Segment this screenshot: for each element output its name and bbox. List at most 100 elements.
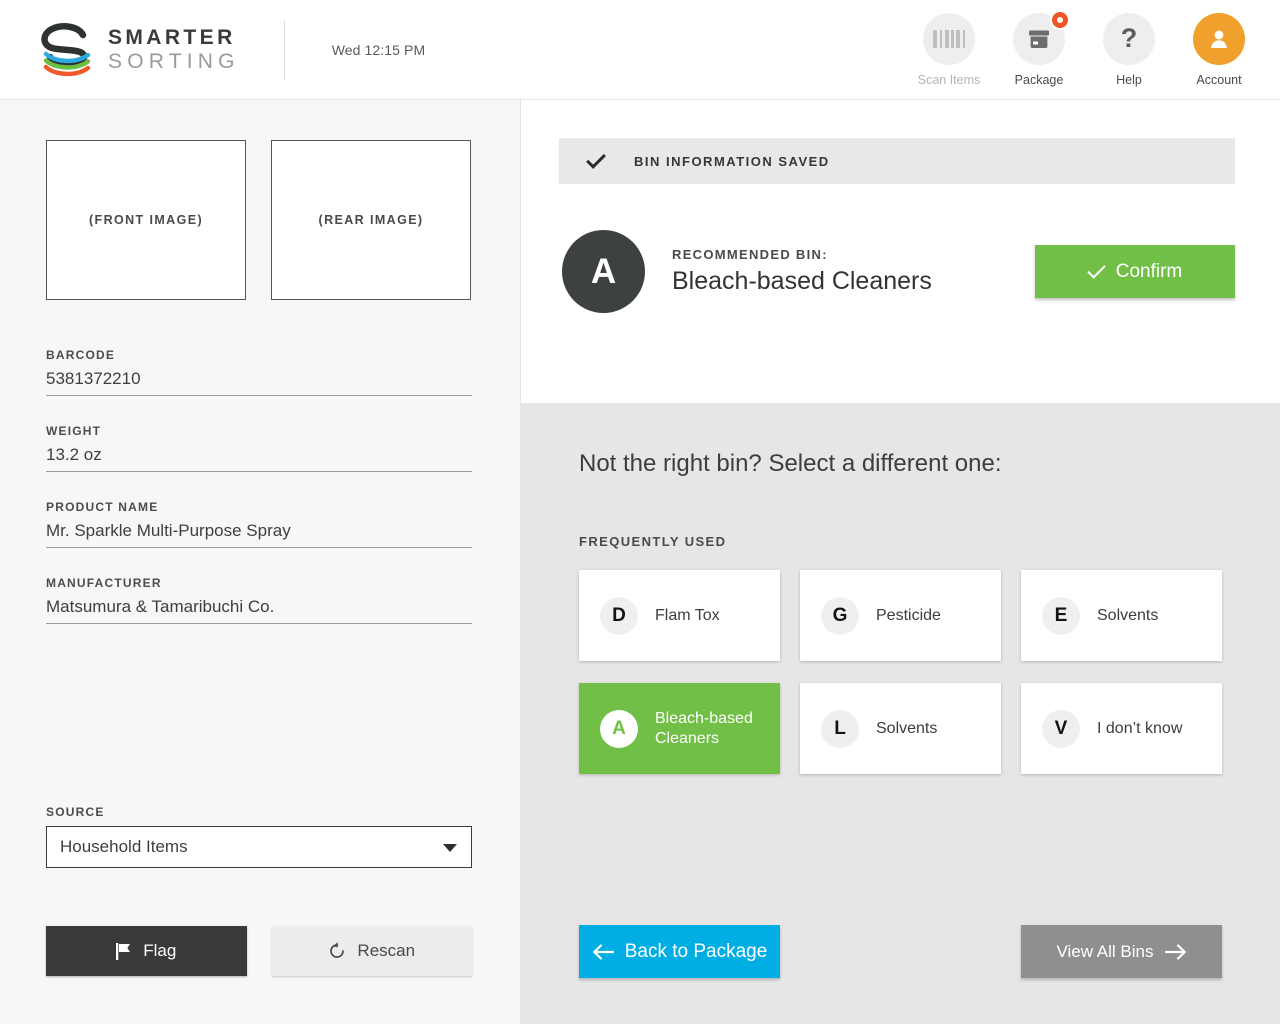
- confirm-button[interactable]: Confirm: [1035, 245, 1235, 298]
- package-circle: [1013, 9, 1070, 65]
- weight-value[interactable]: 13.2 oz: [46, 445, 472, 472]
- check-icon: [1087, 259, 1106, 279]
- app-body: (FRONT IMAGE) (REAR IMAGE) BARCODE 53813…: [0, 100, 1280, 1024]
- weight-label: WEIGHT: [46, 424, 102, 438]
- bin-card-letter: G: [821, 596, 859, 635]
- question-mark-icon: ?: [1120, 23, 1138, 53]
- account-circle: [1193, 12, 1245, 65]
- item-actions: Flag Rescan: [46, 926, 472, 976]
- front-image-placeholder[interactable]: (FRONT IMAGE): [46, 140, 246, 300]
- source-select-value: Household Items: [60, 837, 188, 856]
- package-box-icon: [1029, 30, 1049, 48]
- app-root: SMARTER SORTING Wed 12:15 PM Scan Items: [0, 0, 1280, 1024]
- front-image-label: (FRONT IMAGE): [88, 213, 204, 227]
- view-all-bins-label: View All Bins: [1056, 941, 1154, 961]
- recommended-bin-letter: A: [562, 230, 645, 313]
- chevron-down-icon: [443, 844, 457, 852]
- manufacturer-field: MANUFACTURER Matsumura & Tamaribuchi Co.: [46, 576, 472, 624]
- recommended-bin-section: BIN INFORMATION SAVED A RECOMMENDED BIN:…: [521, 100, 1280, 403]
- account-action[interactable]: Account: [1188, 12, 1250, 87]
- bin-card-selected[interactable]: A Bleach-based Cleaners: [579, 683, 780, 774]
- frequently-used-label: FREQUENTLY USED: [579, 534, 727, 549]
- bin-card-letter: D: [600, 596, 638, 635]
- barcode-label: BARCODE: [46, 348, 116, 362]
- bin-card[interactable]: E Solvents: [1021, 570, 1222, 661]
- brand-line-1: SMARTER: [108, 26, 236, 49]
- flag-button-label: Flag: [143, 941, 177, 960]
- package-notification-badge: [1050, 9, 1070, 30]
- rescan-button-label: Rescan: [357, 941, 416, 960]
- view-all-bins-button[interactable]: View All Bins: [1021, 925, 1222, 978]
- bin-nav-actions: Back to Package View All Bins: [579, 925, 1222, 978]
- product-name-field: PRODUCT NAME Mr. Sparkle Multi-Purpose S…: [46, 500, 472, 548]
- help-action[interactable]: ? Help: [1098, 12, 1160, 87]
- scan-items-action[interactable]: Scan Items: [917, 12, 981, 87]
- rear-image-placeholder[interactable]: (REAR IMAGE): [271, 140, 471, 300]
- arrow-left-icon: [592, 943, 614, 960]
- bin-card-letter: E: [1042, 596, 1080, 635]
- bin-saved-banner: BIN INFORMATION SAVED: [559, 138, 1235, 184]
- rear-image-label: (REAR IMAGE): [318, 213, 424, 227]
- recommended-bin-label: RECOMMENDED BIN:: [672, 247, 828, 262]
- bin-selection-section: Not the right bin? Select a different on…: [521, 403, 1280, 1024]
- bin-card-name: Solvents: [876, 719, 938, 737]
- bin-panel: BIN INFORMATION SAVED A RECOMMENDED BIN:…: [521, 100, 1280, 1024]
- scan-items-label: Scan Items: [917, 72, 981, 87]
- brand-logo[interactable]: SMARTER SORTING: [38, 22, 240, 77]
- bin-card-name: Flam Tox: [655, 606, 720, 624]
- bin-card-letter: A: [600, 709, 638, 748]
- bin-saved-text: BIN INFORMATION SAVED: [634, 153, 830, 169]
- brand-wordmark: SMARTER SORTING: [108, 27, 240, 72]
- user-avatar-icon: [1211, 30, 1227, 48]
- barcode-value[interactable]: 5381372210: [46, 369, 472, 396]
- header-divider: [283, 19, 285, 80]
- app-header: SMARTER SORTING Wed 12:15 PM Scan Items: [0, 0, 1280, 100]
- item-images: (FRONT IMAGE) (REAR IMAGE): [46, 140, 472, 300]
- check-icon: [586, 148, 606, 169]
- flag-icon: [116, 942, 131, 960]
- account-label: Account: [1196, 72, 1242, 87]
- scan-items-circle: [923, 12, 975, 65]
- bin-card-letter: L: [821, 709, 859, 748]
- refresh-icon: [330, 942, 345, 958]
- bin-card[interactable]: V I don’t know: [1021, 683, 1222, 774]
- flag-button[interactable]: Flag: [46, 926, 247, 976]
- source-select[interactable]: Household Items: [46, 826, 472, 868]
- back-to-package-button[interactable]: Back to Package: [579, 925, 780, 978]
- barcode-field: BARCODE 5381372210: [46, 348, 472, 396]
- help-circle: ?: [1103, 12, 1155, 65]
- recommended-bin-name: Bleach-based Cleaners: [672, 267, 932, 295]
- item-fields: BARCODE 5381372210 WEIGHT 13.2 oz PRODUC…: [46, 348, 472, 652]
- bin-card-letter: V: [1042, 709, 1080, 748]
- bin-card-name: Bleach-based Cleaners: [655, 710, 753, 747]
- barcode-icon: [933, 29, 965, 48]
- back-to-package-label: Back to Package: [624, 940, 768, 962]
- bin-card-name: Solvents: [1097, 606, 1159, 624]
- bin-card-name: I don’t know: [1097, 719, 1183, 737]
- confirm-button-label: Confirm: [1115, 260, 1183, 282]
- product-name-value[interactable]: Mr. Sparkle Multi-Purpose Spray: [46, 521, 472, 548]
- package-label: Package: [1014, 72, 1064, 87]
- bin-card[interactable]: G Pesticide: [800, 570, 1001, 661]
- bin-card[interactable]: D Flam Tox: [579, 570, 780, 661]
- manufacturer-value[interactable]: Matsumura & Tamaribuchi Co.: [46, 597, 472, 624]
- manufacturer-label: MANUFACTURER: [46, 576, 162, 590]
- source-field: SOURCE Household Items: [46, 805, 472, 868]
- product-name-label: PRODUCT NAME: [46, 500, 159, 514]
- smarter-sorting-logo-icon: [41, 22, 91, 76]
- bin-card-name: Pesticide: [876, 606, 941, 624]
- recommended-bin-text: RECOMMENDED BIN: Bleach-based Cleaners: [672, 247, 932, 296]
- rescan-button[interactable]: Rescan: [271, 926, 472, 976]
- bin-grid: D Flam Tox G Pesticide E Solvents A Blea…: [579, 570, 1222, 774]
- help-label: Help: [1116, 72, 1142, 87]
- clock-label: Wed 12:15 PM: [331, 41, 426, 58]
- arrow-right-icon: [1164, 943, 1186, 960]
- source-label: SOURCE: [46, 805, 105, 819]
- recommended-bin-row: A RECOMMENDED BIN: Bleach-based Cleaners…: [559, 230, 1235, 313]
- bin-card[interactable]: L Solvents: [800, 683, 1001, 774]
- brand-line-2: SORTING: [108, 50, 240, 73]
- header-actions: Scan Items Package ? Help Account: [917, 9, 1250, 87]
- package-action[interactable]: Package: [1008, 9, 1070, 87]
- bin-selection-prompt: Not the right bin? Select a different on…: [579, 450, 1002, 477]
- item-details-panel: (FRONT IMAGE) (REAR IMAGE) BARCODE 53813…: [0, 100, 521, 1024]
